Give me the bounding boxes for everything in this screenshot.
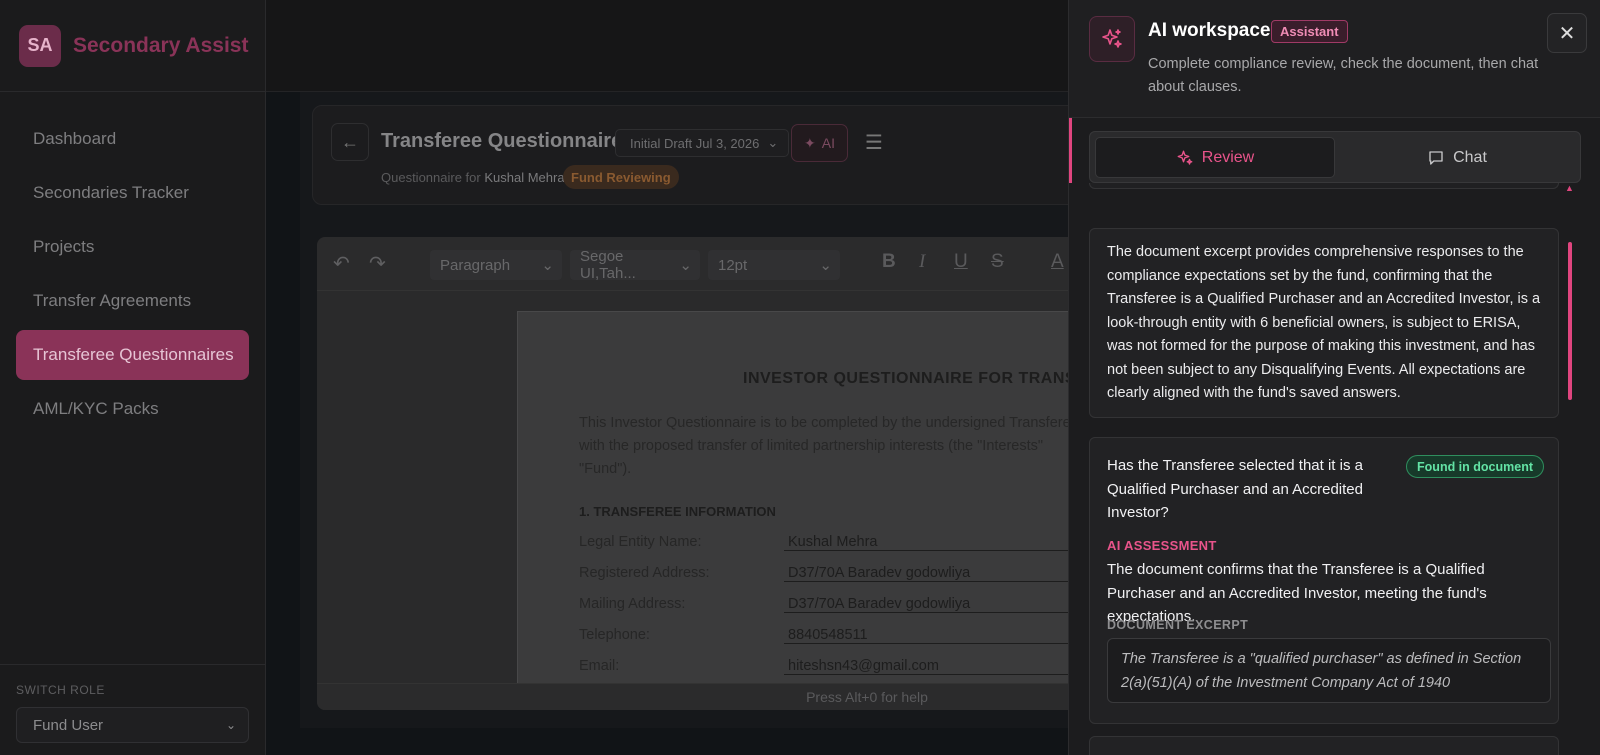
field-value: D37/70A Baradev godowliya (784, 596, 1084, 613)
tab-review-label: Review (1201, 148, 1255, 166)
summary-text: The document excerpt provides comprehens… (1107, 244, 1541, 401)
document-intro: This Investor Questionnaire is to be com… (579, 415, 1071, 477)
sparkles-icon (1177, 150, 1193, 165)
sidebar-item-dashboard[interactable]: Dashboard (16, 114, 249, 164)
document-title: INVESTOR QUESTIONNAIRE FOR TRANS (743, 370, 1077, 387)
font-family-select[interactable]: Segoe UI,Tah... ⌄ (570, 248, 700, 282)
ai-workspace-panel: AI workspace Assistant Complete complian… (1068, 0, 1600, 755)
text-color-icon[interactable]: A (1051, 251, 1064, 273)
brand-logo[interactable]: SA (19, 24, 61, 67)
font-size-value: 12pt (718, 256, 748, 274)
panel-subtitle: Complete compliance review, check the do… (1148, 56, 1539, 95)
review-question: Has the Transferee selected that it is a… (1107, 457, 1363, 521)
field-label: Legal Entity Name: (579, 534, 702, 550)
close-icon: ✕ (1558, 22, 1576, 45)
chevron-down-icon: ⌄ (819, 257, 832, 274)
sidebar: SA Secondary Assist Dashboard Secondarie… (0, 0, 266, 755)
chat-icon (1429, 150, 1443, 165)
back-button[interactable]: ← (331, 123, 369, 161)
undo-icon[interactable]: ↶ (333, 251, 350, 276)
block-format-value: Paragraph (440, 256, 511, 274)
panel-tabs: Review Chat (1089, 131, 1581, 183)
panel-header: AI workspace Assistant Complete complian… (1069, 0, 1600, 118)
active-indicator (1069, 118, 1072, 183)
field-value: hiteshsn43@gmail.com (784, 658, 1084, 675)
sidebar-nav: Dashboard Secondaries Tracker Projects T… (0, 92, 265, 434)
review-item-card (1089, 736, 1559, 755)
bold-icon[interactable]: B (882, 251, 896, 273)
review-list[interactable]: The document excerpt provides comprehens… (1069, 183, 1600, 755)
field-label: Registered Address: (579, 565, 710, 581)
chevron-down-icon: ⌄ (679, 257, 692, 274)
ai-assessment-label: AI ASSESSMENT (1107, 538, 1217, 553)
role-value: Fund User (33, 716, 104, 734)
status-badge: Fund Reviewing (563, 165, 679, 189)
sidebar-item-projects[interactable]: Projects (16, 222, 249, 272)
draft-select[interactable]: Initial Draft Jul 3, 2026 ⌄ (615, 129, 790, 157)
status-badge: Found in document (1406, 455, 1544, 478)
tab-review[interactable]: Review (1095, 137, 1335, 178)
panel-title: AI workspace (1148, 20, 1271, 41)
role-select[interactable]: Fund User ⌄ (16, 707, 249, 743)
redo-icon[interactable]: ↷ (369, 251, 386, 276)
ai-button-label: AI (821, 135, 835, 151)
role-label: SWITCH ROLE (16, 683, 105, 697)
excerpt-label: DOCUMENT EXCERPT (1107, 618, 1249, 632)
brand: SA Secondary Assist (0, 0, 265, 92)
summary-card: The document excerpt provides comprehens… (1089, 228, 1559, 418)
chevron-down-icon: ⌄ (767, 135, 779, 150)
brand-name[interactable]: Secondary Assist (73, 34, 248, 58)
close-button[interactable]: ✕ (1547, 13, 1587, 53)
font-family-value: Segoe UI,Tah... (580, 248, 636, 282)
sidebar-item-transfer-agreements[interactable]: Transfer Agreements (16, 276, 249, 326)
font-size-select[interactable]: 12pt ⌄ (708, 250, 840, 280)
page-title: Transferee Questionnaire (381, 130, 623, 152)
draft-value: Initial Draft Jul 3, 2026 (630, 135, 760, 151)
ai-button[interactable]: ✦ AI (791, 124, 848, 162)
strikethrough-icon[interactable]: S (991, 251, 1004, 273)
arrow-left-icon: ← (341, 131, 359, 152)
review-card (1089, 183, 1559, 189)
subtitle-name: Kushal Mehra (484, 170, 565, 185)
review-item-card: Has the Transferee selected that it is a… (1089, 437, 1559, 724)
sidebar-item-transferee-questionnaires[interactable]: Transferee Questionnaires (16, 330, 249, 380)
assistant-badge: Assistant (1271, 20, 1348, 43)
field-value: 8840548511 (784, 627, 1084, 644)
chevron-down-icon: ⌄ (541, 257, 554, 274)
chevron-down-icon: ⌄ (225, 718, 236, 732)
field-value: D37/70A Baradev godowliya (784, 565, 1084, 582)
underline-icon[interactable]: U (954, 251, 968, 273)
document-subtitle: Questionnaire for Kushal Mehra (381, 170, 565, 185)
subtitle-prefix: Questionnaire for (381, 170, 481, 185)
sidebar-item-secondaries-tracker[interactable]: Secondaries Tracker (16, 168, 249, 218)
field-value: Kushal Mehra (784, 534, 1084, 551)
app: SA Secondary Assist Dashboard Secondarie… (0, 0, 1600, 755)
scrollbar-thumb[interactable] (1568, 242, 1572, 400)
role-switcher: SWITCH ROLE Fund User ⌄ (0, 664, 265, 755)
sparkles-icon (1089, 16, 1135, 62)
section-heading: 1. TRANSFEREE INFORMATION (579, 504, 776, 519)
tab-chat[interactable]: Chat (1337, 137, 1577, 178)
document-excerpt: The Transferee is a "qualified purchaser… (1107, 638, 1551, 703)
sparkles-icon: ✦ (804, 134, 816, 151)
tab-chat-label: Chat (1453, 148, 1487, 166)
field-label: Mailing Address: (579, 596, 686, 612)
menu-icon[interactable]: ☰ (865, 130, 883, 155)
italic-icon[interactable]: I (919, 251, 925, 273)
sidebar-item-aml-kyc-packs[interactable]: AML/KYC Packs (16, 384, 249, 434)
scroll-up-icon[interactable]: ▲ (1565, 183, 1574, 193)
field-label: Telephone: (579, 627, 650, 643)
field-label: Email: (579, 658, 620, 674)
block-format-select[interactable]: Paragraph ⌄ (430, 250, 562, 280)
